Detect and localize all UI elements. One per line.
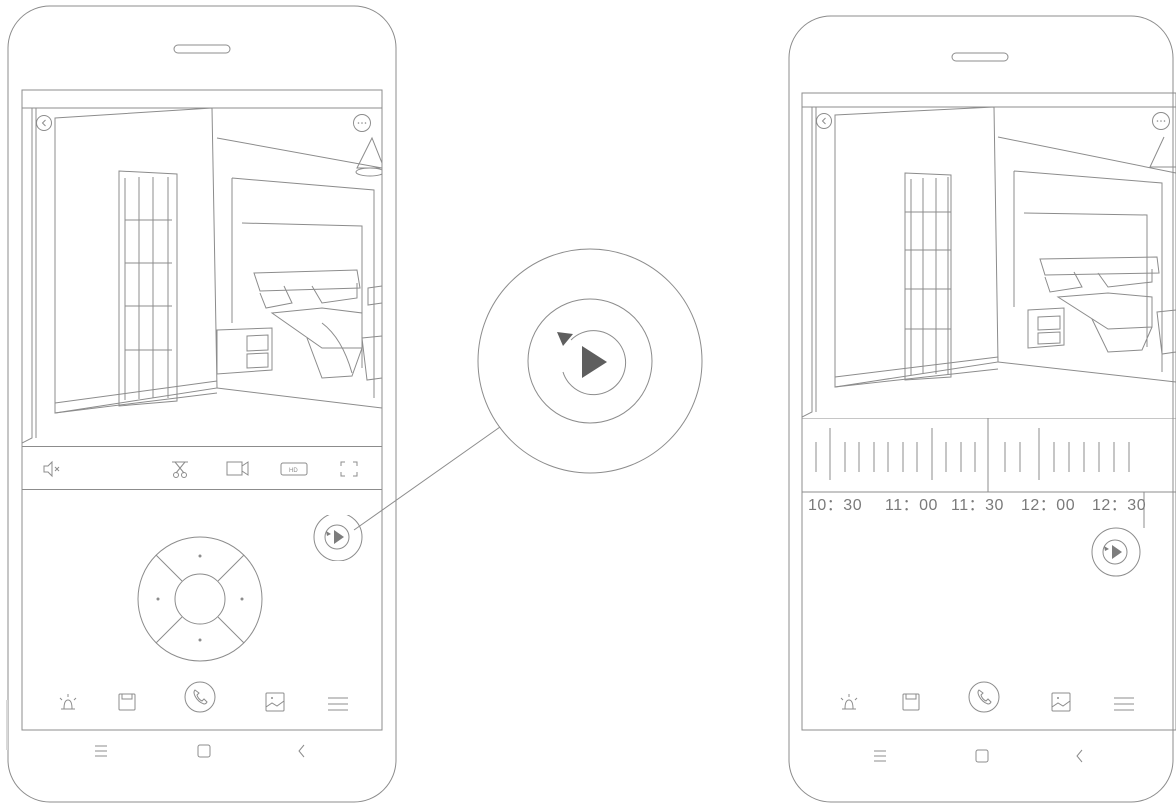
zoom-callout xyxy=(340,240,710,540)
timeline-label-1030: 10：30 xyxy=(808,497,862,514)
back-icon[interactable] xyxy=(1075,749,1085,763)
system-nav xyxy=(22,730,382,780)
camera-view-right[interactable] xyxy=(802,107,1176,418)
timeline-label-1100: 11：00 xyxy=(885,497,938,514)
menu-icon[interactable] xyxy=(327,696,349,712)
playback-button[interactable] xyxy=(1090,527,1142,577)
alarm-icon[interactable] xyxy=(838,692,860,712)
camera-view[interactable] xyxy=(22,108,382,446)
phone-right: 10：30 11：00 11：30 12：00 12：30 xyxy=(780,0,1176,805)
hd-label: HD xyxy=(289,468,298,474)
camera-control-bar: HD xyxy=(22,446,382,490)
home-icon[interactable] xyxy=(975,749,989,763)
alarm-icon[interactable] xyxy=(57,692,79,712)
timeline-label-1200: 12：00 xyxy=(1021,497,1075,514)
timeline-ticks xyxy=(815,428,1130,480)
menu-icon[interactable] xyxy=(1113,696,1135,712)
direction-pad[interactable] xyxy=(137,536,263,662)
pad-up-dot xyxy=(198,554,202,558)
pad-left-dot xyxy=(156,597,160,601)
timeline-label-1230: 12：30 xyxy=(1092,497,1146,514)
save-icon[interactable] xyxy=(117,692,137,712)
bedroom-illustration xyxy=(22,108,382,444)
menu-icon[interactable] xyxy=(94,745,108,757)
playback-icon xyxy=(545,316,635,406)
gallery-icon[interactable] xyxy=(264,691,286,713)
back-icon[interactable] xyxy=(36,115,52,131)
back-icon[interactable] xyxy=(297,744,307,758)
mute-icon[interactable] xyxy=(42,460,62,478)
timeline[interactable]: 10：30 11：00 11：30 12：00 12：30 xyxy=(802,418,1176,528)
scissors-icon[interactable] xyxy=(170,460,190,478)
more-icon[interactable] xyxy=(1152,112,1170,130)
back-icon[interactable] xyxy=(816,113,832,129)
menu-icon[interactable] xyxy=(873,750,887,762)
save-icon[interactable] xyxy=(901,692,921,712)
pad-down-dot xyxy=(198,638,202,642)
phone-call-icon[interactable] xyxy=(184,681,216,713)
timeline-label-1130: 11：30 xyxy=(951,497,1004,514)
more-icon[interactable] xyxy=(353,114,371,132)
hd-icon[interactable]: HD xyxy=(280,461,308,477)
gallery-icon[interactable] xyxy=(1050,691,1072,713)
phone-call-icon[interactable] xyxy=(968,681,1000,713)
pad-right-dot xyxy=(240,597,244,601)
bottom-toolbar xyxy=(802,678,1176,728)
system-nav xyxy=(802,730,1176,780)
home-icon[interactable] xyxy=(197,744,211,758)
video-record-icon[interactable] xyxy=(226,461,250,477)
bottom-toolbar xyxy=(22,678,382,728)
bedroom-illustration xyxy=(802,107,1176,418)
